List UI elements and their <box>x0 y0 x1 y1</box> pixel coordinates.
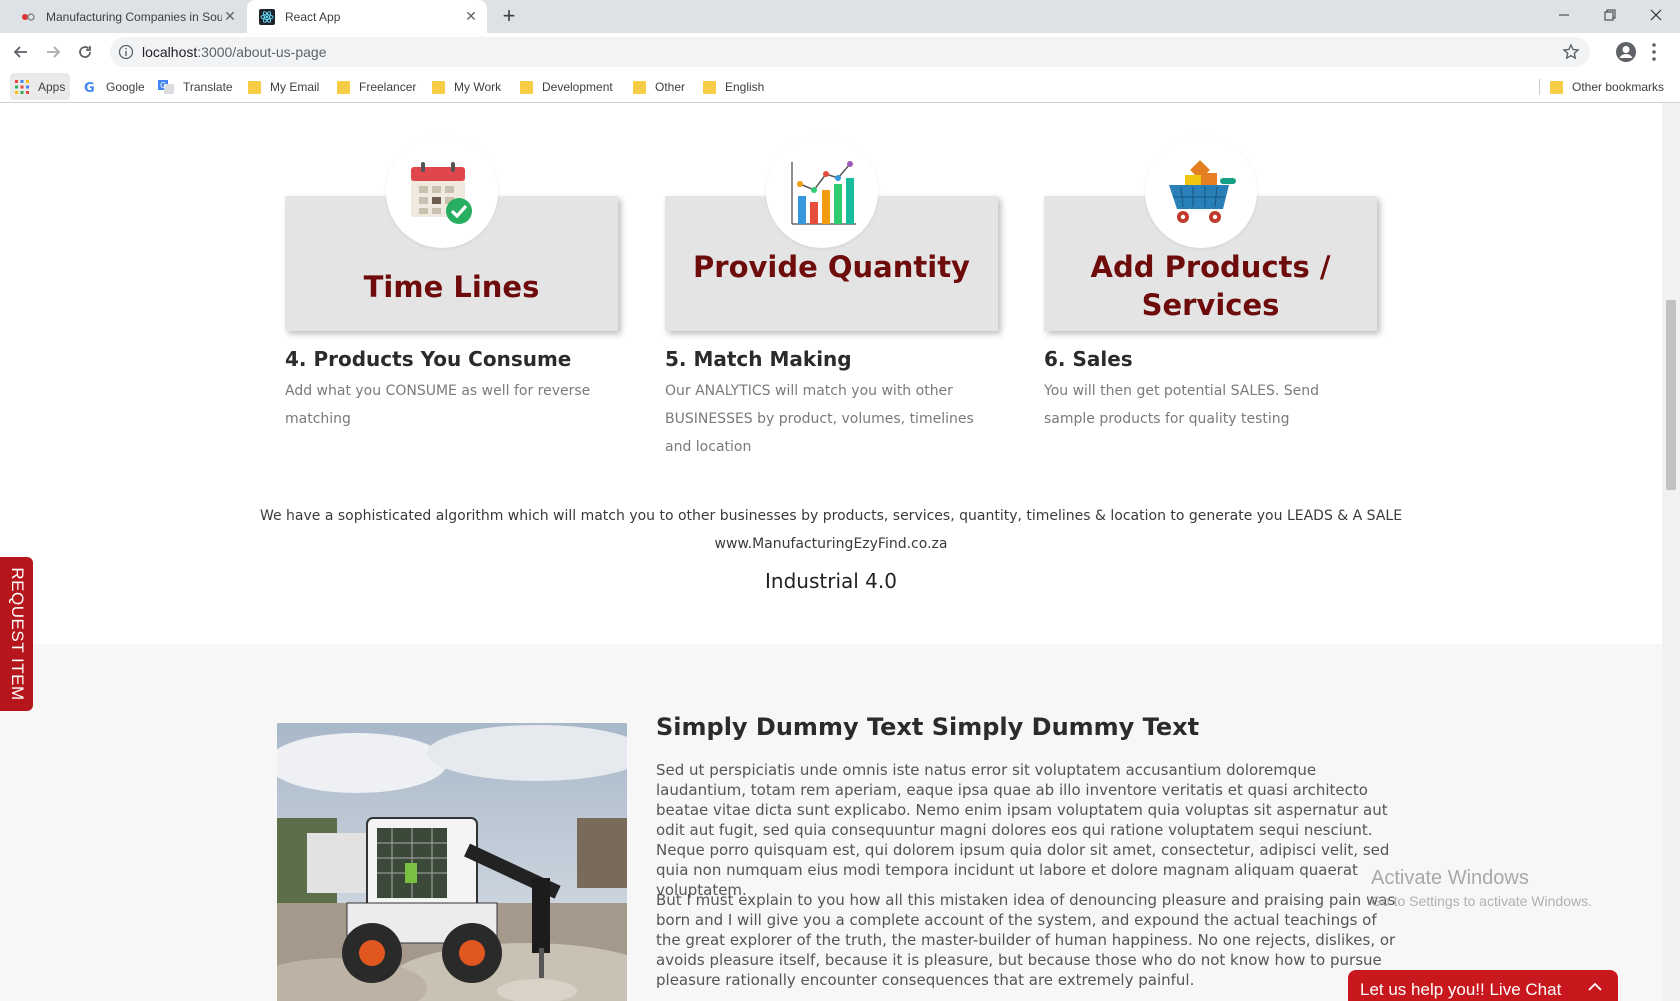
minimize-button[interactable] <box>1541 0 1587 30</box>
feature-icon-circle <box>766 136 878 248</box>
bookmark-folder-my-email[interactable]: My Email <box>248 78 319 96</box>
card-title: Add Products / Services <box>1090 250 1331 322</box>
back-button[interactable] <box>10 41 32 63</box>
bookmark-folder-development[interactable]: Development <box>520 78 613 96</box>
bar-chart-icon <box>791 161 856 225</box>
folder-icon <box>432 80 445 94</box>
feature-text: Our ANALYTICS will match you with other … <box>665 383 974 455</box>
bookmark-folder-other[interactable]: Other <box>633 78 685 96</box>
bookmark-star-icon[interactable] <box>1562 43 1580 61</box>
bookmark-apps[interactable]: Apps <box>15 78 65 96</box>
section-paragraph-2: But I must explain to you how all this m… <box>656 891 1396 989</box>
profile-icon[interactable] <box>1615 41 1637 63</box>
feature-heading: 6. Sales <box>1044 347 1133 371</box>
bookmark-google[interactable]: G Google <box>83 78 145 96</box>
bookmark-folder-freelancer[interactable]: Freelancer <box>337 78 416 96</box>
feature-text: You will then get potential SALES. Send … <box>1044 383 1320 427</box>
apps-grid-icon <box>15 80 29 94</box>
algorithm-text: We have a sophisticated algorithm which … <box>259 508 1403 524</box>
page-scrollbar[interactable] <box>1662 103 1680 1001</box>
feature-icon-circle <box>1145 136 1257 248</box>
restore-button[interactable] <box>1587 0 1633 30</box>
folder-icon <box>1550 80 1563 94</box>
tab-react-app[interactable]: React App ✕ <box>247 0 487 33</box>
bookmarks-bar: Apps G Google G Translate My Email Freel… <box>0 71 1680 103</box>
page-content: Time Lines 4. Products You Consume Add w… <box>0 103 1680 1001</box>
scrollbar-thumb[interactable] <box>1666 300 1676 490</box>
google-icon: G <box>84 81 95 94</box>
folder-icon <box>633 80 646 94</box>
bookmark-translate[interactable]: G Translate <box>158 78 233 96</box>
folder-icon <box>703 80 716 94</box>
calendar-check-icon <box>411 162 472 224</box>
skid-steer-image <box>277 723 627 1001</box>
info-icon[interactable] <box>118 44 134 60</box>
folder-icon <box>337 80 350 94</box>
site-url-text: www.ManufacturingEzyFind.co.za <box>714 536 948 552</box>
forward-button[interactable] <box>42 41 64 63</box>
svg-text:G: G <box>84 81 95 94</box>
translate-icon: G <box>158 80 174 94</box>
live-chat-label: Let us help you!! Live Chat <box>1360 980 1562 999</box>
close-window-button[interactable] <box>1633 0 1679 30</box>
reload-button[interactable] <box>74 41 96 63</box>
url-text: localhost:3000/about-us-page <box>142 44 327 60</box>
bookmark-folder-english[interactable]: English <box>703 78 764 96</box>
tab-title: Manufacturing Companies in Sou <box>46 9 222 24</box>
card-title: Time Lines <box>363 270 540 304</box>
menu-kebab-icon[interactable] <box>1650 41 1658 63</box>
tab-title: React App <box>285 9 341 24</box>
folder-icon <box>520 80 533 94</box>
section-title: Simply Dummy Text Simply Dummy Text <box>656 713 1200 741</box>
chevron-up-icon <box>1588 982 1602 991</box>
folder-icon <box>248 80 261 94</box>
request-item-tab[interactable]: REQUEST ITEM <box>0 557 33 711</box>
bookmark-other-bookmarks[interactable]: Other bookmarks <box>1550 78 1664 96</box>
new-tab-button[interactable]: + <box>498 5 520 28</box>
feature-text: Add what you CONSUME as well for reverse… <box>285 383 591 427</box>
feature-heading: 4. Products You Consume <box>285 347 572 371</box>
svg-text:G: G <box>160 81 166 90</box>
site-favicon-icon <box>22 12 35 21</box>
address-bar[interactable]: localhost:3000/about-us-page <box>110 37 1590 67</box>
shopping-cart-icon <box>1169 160 1236 223</box>
close-tab-icon[interactable]: ✕ <box>222 8 238 25</box>
bookmark-folder-my-work[interactable]: My Work <box>432 78 501 96</box>
activate-windows-title: Activate Windows <box>1371 867 1529 889</box>
feature-icon-circle <box>386 136 498 248</box>
tab-manufacturing[interactable]: Manufacturing Companies in Sou ✕ <box>8 0 246 33</box>
react-favicon-icon <box>259 8 275 25</box>
industrial-heading: Industrial 4.0 <box>765 569 897 593</box>
section-paragraph-1: Sed ut perspiciatis unde omnis iste natu… <box>656 761 1390 899</box>
card-title: Provide Quantity <box>693 250 970 284</box>
skid-steer-photo <box>277 723 627 1001</box>
close-tab-icon[interactable]: ✕ <box>463 8 479 25</box>
feature-heading: 5. Match Making <box>665 347 852 371</box>
toolbar: localhost:3000/about-us-page <box>0 33 1680 71</box>
activate-windows-subtitle: Go to Settings to activate Windows. <box>1371 893 1592 909</box>
tab-strip: Manufacturing Companies in Sou ✕ React A… <box>0 0 1680 33</box>
live-chat-button[interactable]: Let us help you!! Live Chat <box>1348 970 1618 1001</box>
